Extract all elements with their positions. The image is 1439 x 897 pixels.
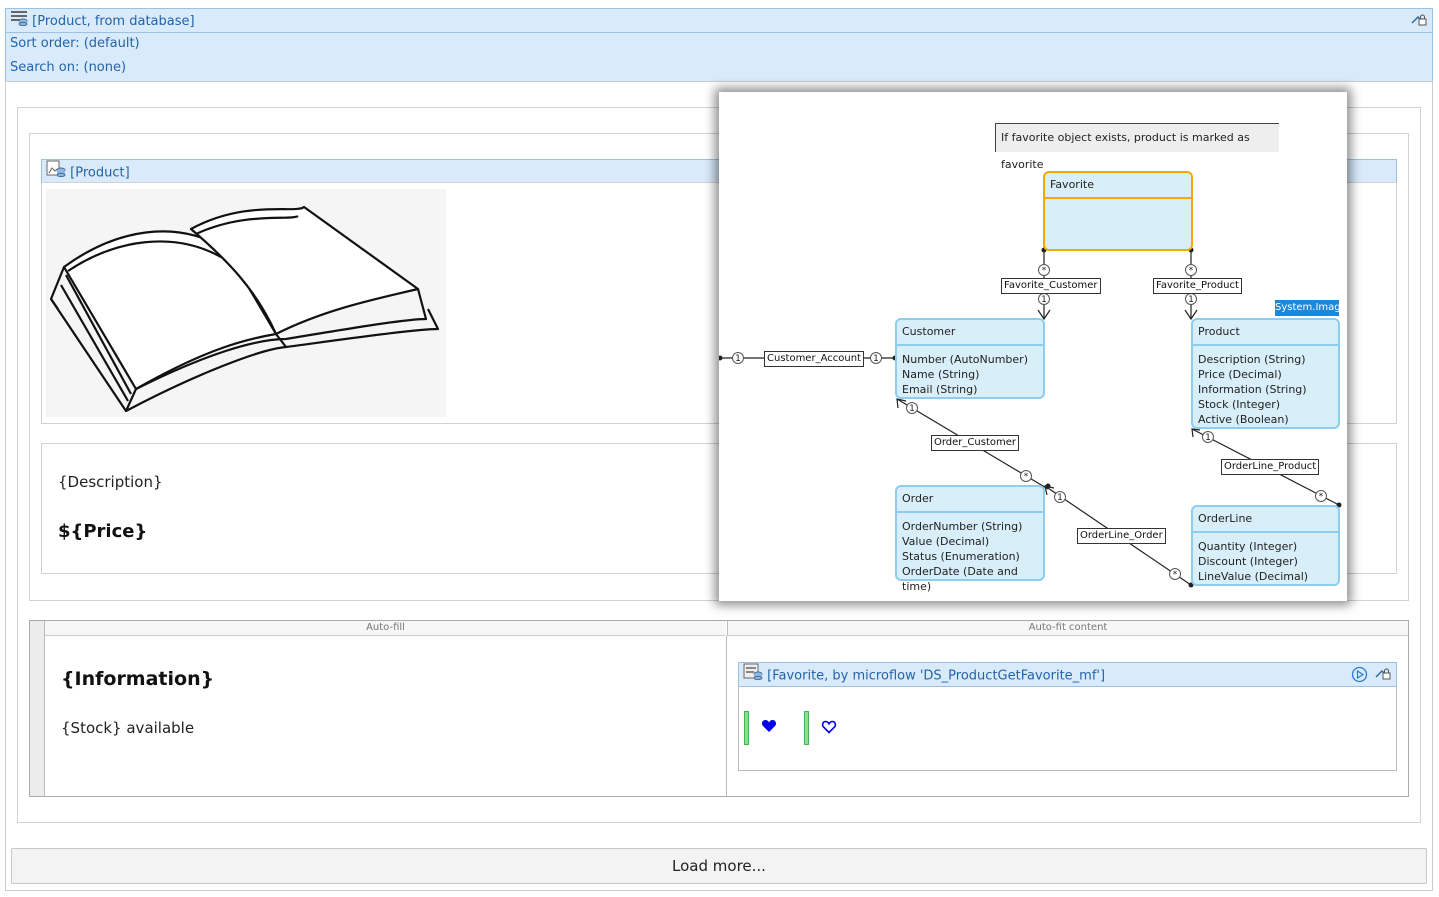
favorite-view-title: [Favorite, by microflow 'DS_ProductGetFa… xyxy=(767,668,1106,684)
entity-favorite[interactable]: Favorite xyxy=(1043,171,1193,251)
entity-title: OrderLine xyxy=(1193,507,1338,533)
entity-title: Favorite xyxy=(1045,173,1191,199)
entity-product[interactable]: Product Description (String) Price (Deci… xyxy=(1191,318,1340,429)
entity-attribute: Price (Decimal) xyxy=(1198,368,1282,381)
generalization-tag: System.Image xyxy=(1275,300,1347,316)
entity-attribute: OrderNumber (String) xyxy=(902,520,1023,533)
information-title: {Information} xyxy=(61,668,215,690)
product-price: ${Price} xyxy=(58,521,148,542)
diagram-note: If favorite object exists, product is ma… xyxy=(995,123,1279,171)
search-on-label: Search on: (none) xyxy=(10,60,127,75)
multiplicity-marker: 1 xyxy=(1054,491,1066,503)
multiplicity-marker: * xyxy=(1038,264,1050,276)
lock-icon[interactable] xyxy=(1373,665,1391,691)
entity-attribute: OrderDate (Date and time) xyxy=(902,565,1018,593)
list-view-header: [Product, from database] xyxy=(5,8,1433,33)
entity-attribute: Status (Enumeration) xyxy=(902,550,1020,563)
entity-attribute: Active (Boolean) xyxy=(1198,413,1289,426)
entity-title: Order xyxy=(897,487,1043,513)
play-icon[interactable] xyxy=(1351,666,1368,691)
filled-heart-icon[interactable] xyxy=(761,718,777,738)
association-label[interactable]: Customer_Account xyxy=(764,351,864,367)
load-more-button[interactable]: Load more... xyxy=(11,848,1427,884)
entity-attribute: Stock (Integer) xyxy=(1198,398,1281,411)
association-label[interactable]: Favorite_Product xyxy=(1153,278,1242,294)
entity-attribute: Information (String) xyxy=(1198,383,1307,396)
entity-attribute: Quantity (Integer) xyxy=(1198,540,1298,553)
list-view-icon xyxy=(10,9,28,34)
entity-attribute: Name (String) xyxy=(902,368,980,381)
outline-heart-icon[interactable] xyxy=(821,719,837,739)
entity-attribute: Description (String) xyxy=(1198,353,1306,366)
entity-attribute: Email (String) xyxy=(902,383,978,396)
association-label[interactable]: Favorite_Customer xyxy=(1001,278,1101,294)
product-description: {Description} xyxy=(58,473,163,491)
multiplicity-marker: * xyxy=(1185,264,1197,276)
product-view-title: [Product] xyxy=(70,165,130,181)
search-on-bar: Search on: (none) xyxy=(5,57,1433,82)
entity-orderline[interactable]: OrderLine Quantity (Integer) Discount (I… xyxy=(1191,505,1340,586)
multiplicity-marker: * xyxy=(1169,568,1181,580)
list-view-title: [Product, from database] xyxy=(32,14,195,29)
multiplicity-marker: 1 xyxy=(732,352,744,364)
sort-order-bar: Sort order: (default) xyxy=(5,33,1433,58)
entity-attribute: Number (AutoNumber) xyxy=(902,353,1028,366)
association-label[interactable]: OrderLine_Order xyxy=(1077,528,1166,544)
multiplicity-marker: * xyxy=(1315,490,1327,502)
entity-attribute: Discount (Integer) xyxy=(1198,555,1298,568)
data-view-icon xyxy=(743,663,763,689)
entity-customer[interactable]: Customer Number (AutoNumber) Name (Strin… xyxy=(895,318,1045,399)
multiplicity-marker: * xyxy=(1020,470,1032,482)
domain-model-popup: * 1 * 1 1 1 1 * 1 * 1 * If favorite obje… xyxy=(719,92,1347,601)
book-illustration xyxy=(49,205,440,413)
multiplicity-marker: 1 xyxy=(870,352,882,364)
entity-attribute: LineValue (Decimal) xyxy=(1198,570,1309,583)
product-image xyxy=(46,189,446,417)
stock-available: {Stock} available xyxy=(61,719,195,737)
grid-row-handle[interactable] xyxy=(30,621,45,796)
visibility-bar xyxy=(744,711,749,745)
multiplicity-marker: 1 xyxy=(1038,293,1050,305)
entity-title: Product xyxy=(1193,320,1338,346)
column-header-auto-fit[interactable]: Auto-fit content xyxy=(727,621,1408,636)
favorite-view-header: [Favorite, by microflow 'DS_ProductGetFa… xyxy=(738,662,1397,687)
association-label[interactable]: Order_Customer xyxy=(931,435,1019,451)
multiplicity-marker: 1 xyxy=(1202,431,1214,443)
entity-order[interactable]: Order OrderNumber (String) Value (Decima… xyxy=(895,485,1045,593)
association-label[interactable]: OrderLine_Product xyxy=(1221,459,1320,475)
entity-title: Customer xyxy=(897,320,1043,346)
multiplicity-marker: 1 xyxy=(906,402,918,414)
column-divider xyxy=(726,636,727,796)
entity-attribute: Value (Decimal) xyxy=(902,535,990,548)
sort-order-label: Sort order: (default) xyxy=(10,36,140,51)
column-header-auto-fill[interactable]: Auto-fill xyxy=(45,621,726,636)
multiplicity-marker: 1 xyxy=(1185,293,1197,305)
visibility-bar xyxy=(804,711,809,745)
